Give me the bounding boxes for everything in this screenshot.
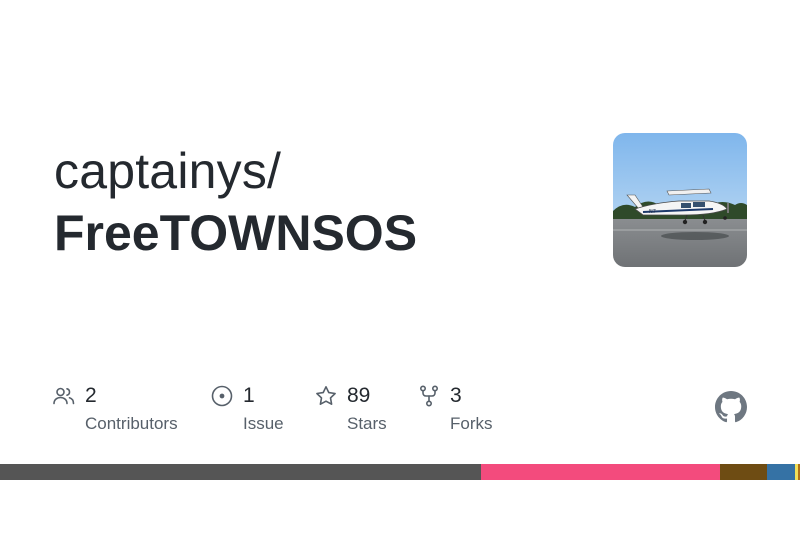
language-bar-segment [719, 464, 768, 480]
repo-title: captainys/ FreeTOWNSOS [54, 140, 574, 264]
stat-label: Issue [243, 414, 284, 433]
language-bar-segment [767, 464, 796, 480]
stat-label: Stars [347, 414, 387, 433]
stat-value: 2 [85, 384, 97, 407]
stat-value: 3 [450, 384, 462, 407]
github-mark-icon[interactable] [715, 391, 747, 423]
stat-value: 1 [243, 384, 255, 407]
repo-name[interactable]: FreeTOWNSOS [54, 202, 574, 264]
airplane-photo-icon: N7 [613, 133, 747, 267]
stat-label: Forks [450, 414, 493, 433]
star-icon [314, 384, 338, 408]
people-icon [52, 384, 76, 408]
issue-icon [210, 384, 234, 408]
language-bar-segment [0, 464, 481, 480]
language-bar-segment [480, 464, 720, 480]
language-bar [0, 464, 800, 480]
repo-owner[interactable]: captainys/ [54, 140, 574, 202]
stat-value: 89 [347, 384, 371, 407]
svg-text:N7: N7 [649, 209, 656, 215]
fork-icon [417, 384, 441, 408]
stat-label: Contributors [85, 414, 178, 433]
avatar: N7 [613, 133, 747, 267]
